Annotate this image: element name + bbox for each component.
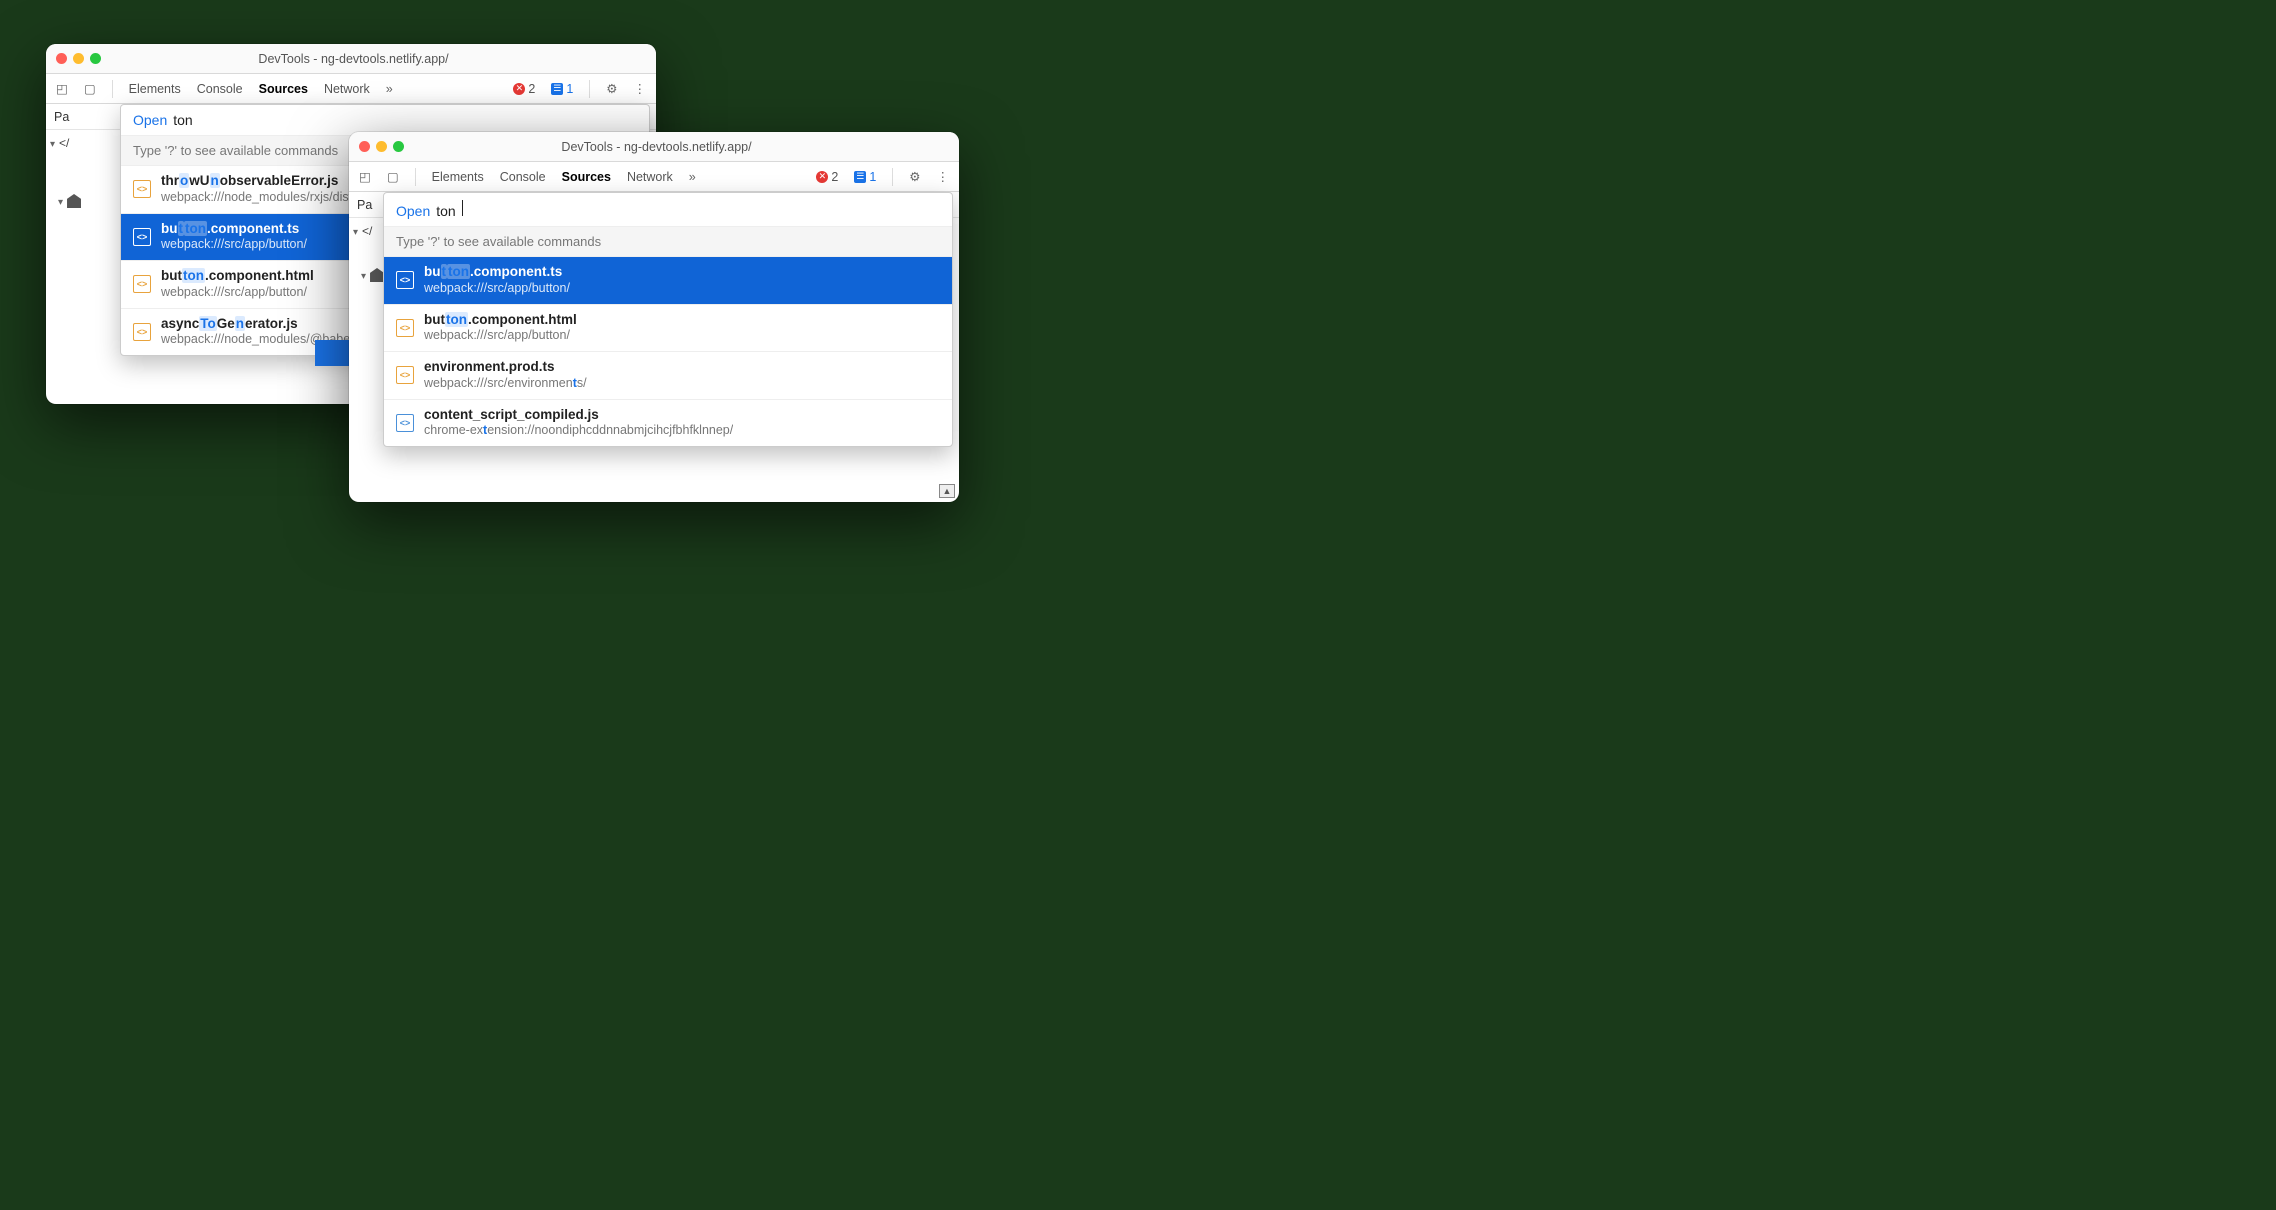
devtools-toolbar: ◰ ▢ Elements Console Sources Network » ✕…	[349, 162, 959, 192]
query-input[interactable]: Open ton	[384, 193, 952, 226]
file-icon: <>	[133, 228, 151, 246]
quick-open-popup: Open ton Type '?' to see available comma…	[383, 192, 953, 447]
results-list-b: <>button.component.tswebpack:///src/app/…	[384, 257, 952, 446]
titlebar: DevTools - ng-devtools.netlify.app/	[349, 132, 959, 162]
result-path: webpack:///src/app/button/	[424, 281, 570, 297]
tab-elements[interactable]: Elements	[129, 82, 181, 96]
devtools-toolbar: ◰ ▢ Elements Console Sources Network » ✕…	[46, 74, 656, 104]
tab-console[interactable]: Console	[500, 170, 546, 184]
error-badge[interactable]: ✕2	[816, 170, 838, 184]
result-title: environment.prod.ts	[424, 359, 587, 376]
maximize-button[interactable]	[90, 53, 101, 64]
more-icon[interactable]: ⋮	[937, 169, 950, 184]
tab-console[interactable]: Console	[197, 82, 243, 96]
maximize-button[interactable]	[393, 141, 404, 152]
query-input[interactable]: Open ton	[121, 105, 649, 135]
page-tab-truncated[interactable]: Pa	[54, 110, 69, 124]
titlebar: DevTools - ng-devtools.netlify.app/	[46, 44, 656, 74]
device-icon[interactable]: ▢	[387, 169, 399, 184]
result-title: button.component.html	[161, 268, 314, 285]
result-item[interactable]: <> button.component.htmlwebpack:///src/ap…	[384, 305, 952, 353]
file-icon: <>	[396, 319, 414, 337]
hint-text: Type '?' to see available commands	[384, 226, 952, 257]
result-item[interactable]: <> content_script_compiled.jschrome-exten…	[384, 400, 952, 447]
result-path: webpack:///src/app/button/	[161, 285, 314, 301]
minimize-button[interactable]	[73, 53, 84, 64]
overflow-icon[interactable]: »	[386, 82, 393, 96]
result-item[interactable]: <> environment.prod.tswebpack:///src/envi…	[384, 352, 952, 400]
result-title: throwUnobservableError.js	[161, 173, 379, 190]
file-icon: <>	[133, 275, 151, 293]
inspect-icon[interactable]: ◰	[56, 81, 68, 96]
close-button[interactable]	[359, 141, 370, 152]
drawer-toggle[interactable]: ▲	[939, 484, 955, 498]
tab-sources[interactable]: Sources	[259, 82, 308, 96]
close-button[interactable]	[56, 53, 67, 64]
result-path: webpack:///src/app/button/	[424, 328, 577, 344]
devtools-window-after: DevTools - ng-devtools.netlify.app/ ◰ ▢ …	[349, 132, 959, 502]
file-icon: <>	[396, 414, 414, 432]
minimize-button[interactable]	[376, 141, 387, 152]
result-title: button.component.ts	[161, 221, 307, 238]
result-path: chrome-extension://noondiphcddnnabmjcihc…	[424, 423, 733, 439]
page-tab-truncated[interactable]: Pa	[357, 198, 372, 212]
tab-sources[interactable]: Sources	[562, 170, 611, 184]
error-badge[interactable]: ✕2	[513, 82, 535, 96]
tab-network[interactable]: Network	[324, 82, 370, 96]
gear-icon[interactable]: ⚙	[909, 169, 920, 184]
result-title: content_script_compiled.js	[424, 407, 733, 424]
result-title: button.component.html	[424, 312, 577, 329]
device-icon[interactable]: ▢	[84, 81, 96, 96]
inspect-icon[interactable]: ◰	[359, 169, 371, 184]
result-title: button.component.ts	[424, 264, 570, 281]
file-icon: <>	[133, 180, 151, 198]
result-path: webpack:///src/app/button/	[161, 237, 307, 253]
tab-elements[interactable]: Elements	[432, 170, 484, 184]
file-icon: <>	[396, 271, 414, 289]
result-item[interactable]: <> button.component.tswebpack:///src/app/…	[384, 257, 952, 305]
gear-icon[interactable]: ⚙	[606, 81, 617, 96]
result-path: webpack:///src/environments/	[424, 376, 587, 392]
overflow-icon[interactable]: »	[689, 170, 696, 184]
window-title: DevTools - ng-devtools.netlify.app/	[404, 140, 949, 154]
file-icon: <>	[396, 366, 414, 384]
tab-network[interactable]: Network	[627, 170, 673, 184]
window-title: DevTools - ng-devtools.netlify.app/	[101, 52, 646, 66]
more-icon[interactable]: ⋮	[634, 81, 647, 96]
info-badge[interactable]: ☰1	[854, 170, 876, 184]
file-icon: <>	[133, 323, 151, 341]
result-path: webpack:///node_modules/rxjs/dist/esm	[161, 190, 379, 206]
info-badge[interactable]: ☰1	[551, 82, 573, 96]
